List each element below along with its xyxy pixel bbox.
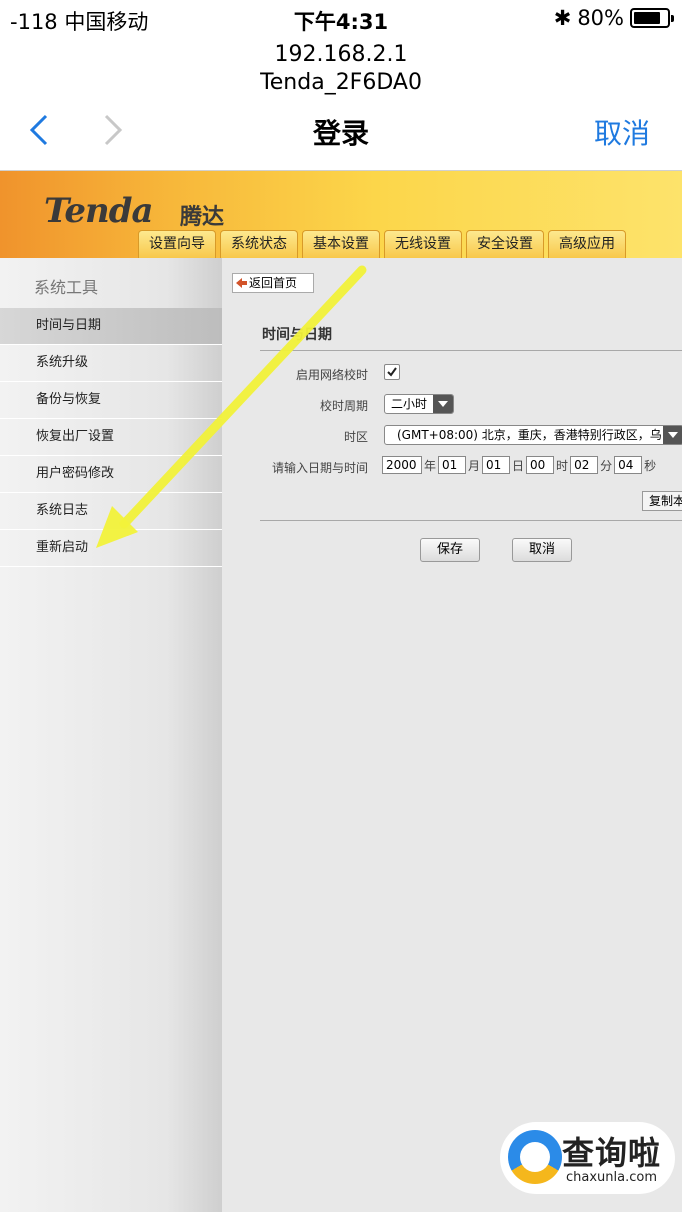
period-value: 二小时: [391, 397, 428, 411]
sidebar-item-backup[interactable]: 备份与恢复: [0, 382, 222, 419]
tab-advanced[interactable]: 高级应用: [548, 230, 626, 258]
sidebar-item-time-date[interactable]: 时间与日期: [0, 308, 222, 345]
watermark-text: 查询啦: [562, 1134, 662, 1172]
page-title: 登录: [312, 117, 369, 150]
minute-input[interactable]: 02: [570, 456, 599, 474]
timezone-label: 时区: [343, 430, 368, 444]
tab-system-status[interactable]: 系统状态: [220, 230, 298, 258]
minute-unit: 分: [600, 458, 613, 473]
second-input[interactable]: 04: [614, 456, 643, 474]
second-unit: 秒: [644, 458, 657, 473]
day-input[interactable]: 01: [482, 456, 511, 474]
network-time-checkbox[interactable]: [384, 364, 400, 380]
status-bar: -118 中国移动 下午4:31 ✱ 80%: [0, 0, 682, 38]
timezone-value: (GMT+08:00) 北京，重庆，香港特别行政区，乌: [397, 428, 662, 442]
battery-icon: [630, 8, 674, 28]
network-time-label: 启用网络校时: [295, 368, 368, 382]
divider: [260, 520, 682, 521]
tab-basic-settings[interactable]: 基本设置: [302, 230, 380, 258]
bluetooth-icon: ✱: [553, 6, 572, 30]
address-ssid: Tenda_2F6DA0: [260, 70, 422, 95]
checkmark-icon: [387, 367, 397, 377]
battery-percent: 80%: [577, 6, 624, 30]
year-input[interactable]: 2000: [382, 456, 422, 474]
period-label: 校时周期: [319, 399, 368, 413]
sidebar-item-syslog[interactable]: 系统日志: [0, 493, 222, 530]
hour-unit: 时: [556, 458, 569, 473]
datetime-label: 请输入日期与时间: [271, 461, 368, 475]
watermark-domain: chaxunla.com: [566, 1170, 657, 1185]
battery-fill: [634, 12, 660, 24]
panel-title: 时间与日期: [262, 327, 332, 343]
day-unit: 日: [512, 458, 525, 473]
back-home-button[interactable]: 返回首页: [232, 273, 314, 293]
tab-wireless-settings[interactable]: 无线设置: [384, 230, 462, 258]
chevron-down-icon: [663, 426, 682, 444]
tab-setup-wizard[interactable]: 设置向导: [138, 230, 216, 258]
chaxunla-logo-icon: [508, 1130, 562, 1184]
address-host: 192.168.2.1: [274, 42, 408, 67]
tab-security-settings[interactable]: 安全设置: [466, 230, 544, 258]
year-unit: 年: [424, 458, 437, 473]
sidebar-item-factory-reset[interactable]: 恢复出厂设置: [0, 419, 222, 456]
home-arrow-icon: [236, 278, 247, 288]
form-cancel-button[interactable]: 取消: [512, 538, 572, 562]
sidebar-item-upgrade[interactable]: 系统升级: [0, 345, 222, 382]
sidebar-menu: 时间与日期 系统升级 备份与恢复 恢复出厂设置 用户密码修改 系统日志 重新启动: [0, 308, 222, 567]
sidebar-title: 系统工具: [34, 278, 99, 297]
sidebar-item-reboot[interactable]: 重新启动: [0, 530, 222, 567]
timezone-select[interactable]: (GMT+08:00) 北京，重庆，香港特别行政区，乌: [384, 425, 682, 445]
watermark: 查询啦 chaxunla.com: [500, 1122, 675, 1194]
month-input[interactable]: 01: [438, 456, 467, 474]
datetime-inputs: 2000 年 01 月 01 日 00 时 02 分 04 秒: [382, 456, 656, 474]
period-select[interactable]: 二小时: [384, 394, 454, 414]
back-home-label: 返回首页: [249, 276, 298, 290]
router-banner: Tenda 腾达 设置向导 系统状态 基本设置 无线设置 安全设置 高级应用: [0, 171, 682, 258]
main-panel: 返回首页 时间与日期 启用网络校时 校时周期 二小时 时区 (GMT+08:00…: [222, 258, 682, 1212]
chevron-down-icon: [433, 395, 453, 413]
copy-local-time-button[interactable]: 复制本: [642, 491, 682, 511]
tenda-logo: Tenda: [44, 191, 154, 231]
sidebar-item-password[interactable]: 用户密码修改: [0, 456, 222, 493]
save-button[interactable]: 保存: [420, 538, 480, 562]
hour-input[interactable]: 00: [526, 456, 555, 474]
status-right: ✱ 80%: [553, 6, 674, 30]
sidebar: 系统工具 时间与日期 系统升级 备份与恢复 恢复出厂设置 用户密码修改 系统日志…: [0, 258, 222, 1212]
main-tabs: 设置向导 系统状态 基本设置 无线设置 安全设置 高级应用: [138, 230, 626, 258]
tenda-logo-cn: 腾达: [180, 205, 225, 230]
cancel-button[interactable]: 取消: [594, 112, 650, 152]
divider: [260, 350, 682, 351]
month-unit: 月: [468, 458, 481, 473]
